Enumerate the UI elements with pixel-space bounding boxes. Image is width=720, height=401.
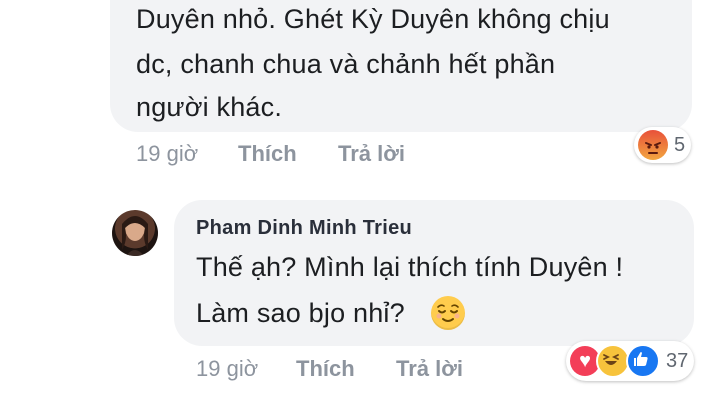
comment-text-line: người khác. [136, 92, 283, 122]
comment-text-line: dc, chanh chua và chảnh hết phần [136, 49, 556, 79]
like-link[interactable]: Thích [296, 356, 355, 382]
reaction-summary[interactable]: ♥ 37 [566, 341, 695, 381]
comment-author[interactable]: Pham Dinh Minh Trieu [196, 217, 412, 240]
like-icon [626, 344, 660, 378]
reply-link[interactable]: Trả lời [338, 141, 405, 167]
comment-text-line: Thế ạh? Mình lại thích tính Duyên ! [196, 252, 624, 282]
comment-timestamp[interactable]: 19 giờ [136, 141, 198, 167]
reaction-count: 5 [674, 133, 686, 156]
reaction-count: 37 [666, 349, 689, 372]
reply-link[interactable]: Trả lời [396, 356, 463, 382]
haha-icon [596, 344, 630, 378]
comment-text-line: Làm sao bjo nhỉ? [196, 298, 405, 328]
avatar[interactable] [112, 210, 158, 256]
angry-icon [638, 130, 668, 160]
relieved-face-icon [431, 296, 465, 330]
comment-timestamp[interactable]: 19 giờ [196, 356, 258, 382]
like-link[interactable]: Thích [238, 141, 297, 167]
comment-text-line: Duyên nhỏ. Ghét Kỳ Duyên không chịu [136, 4, 610, 34]
reaction-summary[interactable]: 5 [634, 127, 692, 163]
